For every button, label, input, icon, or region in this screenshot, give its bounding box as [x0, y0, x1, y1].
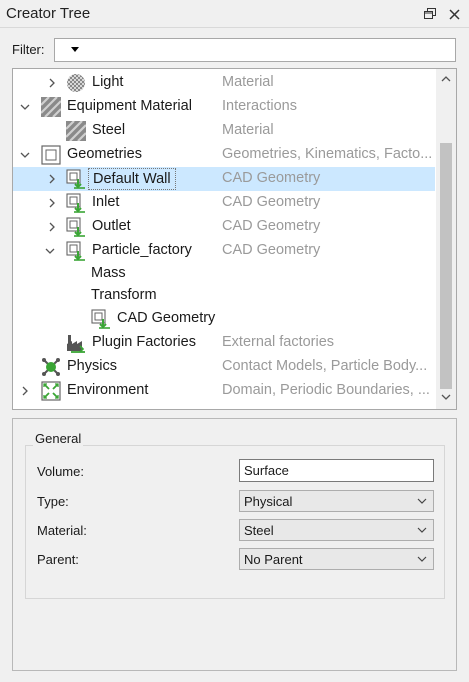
- restore-button[interactable]: [420, 4, 440, 24]
- group-title: General: [33, 431, 84, 446]
- tree-item-label: Particle_factory: [92, 242, 192, 258]
- tree-item-type: Interactions: [222, 98, 297, 114]
- tree-item-type: CAD Geometry: [222, 170, 321, 186]
- tree-item-label: CAD Geometry: [117, 310, 216, 326]
- tree-item-type: Contact Models, Particle Body...: [222, 358, 428, 374]
- material-label: Material:: [37, 523, 87, 538]
- tree-item-type: CAD Geometry: [222, 242, 321, 258]
- chevron-right-icon[interactable]: [46, 173, 58, 185]
- cad-geometry-icon: [66, 241, 85, 261]
- type-select[interactable]: Physical: [239, 490, 434, 512]
- chevron-down-icon[interactable]: [44, 245, 56, 257]
- title-bar: Creator Tree: [0, 0, 469, 28]
- parent-select[interactable]: No Parent: [239, 548, 434, 570]
- restore-icon: [424, 8, 436, 19]
- tree-item-mass[interactable]: Mass: [13, 262, 435, 286]
- tree-item-type: External factories: [222, 334, 335, 350]
- geometries-icon: [41, 145, 61, 165]
- properties-panel: General Volume: Surface Type: Physical M…: [12, 418, 457, 671]
- chevron-right-icon[interactable]: [19, 385, 31, 397]
- scrollbar-thumb[interactable]: [440, 143, 452, 389]
- cad-geometry-icon: [66, 169, 85, 189]
- factory-icon: [67, 335, 85, 353]
- tree-item-label: Geometries: [67, 146, 142, 162]
- filter-combobox[interactable]: [54, 38, 456, 62]
- tree-item-type: Material: [222, 122, 274, 138]
- environment-icon: [41, 381, 61, 401]
- type-label: Type:: [37, 494, 69, 509]
- tree-item-type: Material: [222, 74, 274, 90]
- tree-item-inlet[interactable]: Inlet CAD Geometry: [13, 191, 435, 215]
- tree-vertical-scrollbar[interactable]: [436, 69, 456, 409]
- tree-item-label: Transform: [91, 287, 157, 303]
- tree-item-label: Environment: [67, 382, 149, 398]
- chevron-down-icon[interactable]: [19, 149, 31, 161]
- tree-item-label: Steel: [92, 122, 126, 138]
- volume-label: Volume:: [37, 464, 84, 479]
- parent-select-value: No Parent: [244, 552, 303, 567]
- chevron-down-icon: [417, 527, 427, 533]
- physics-icon: [42, 358, 60, 376]
- tree-item-steel[interactable]: Steel Material: [13, 119, 435, 143]
- tree-item-light[interactable]: Light Material: [13, 71, 435, 95]
- tree-item-default-wall[interactable]: Default Wall CAD Geometry: [13, 167, 435, 191]
- creator-tree[interactable]: Light Material Equipment Material Intera…: [12, 68, 457, 410]
- tree-item-equipment-material[interactable]: Equipment Material Interactions: [13, 95, 435, 119]
- chevron-right-icon[interactable]: [46, 197, 58, 209]
- parent-label: Parent:: [37, 552, 79, 567]
- tree-item-label: Mass: [91, 265, 126, 281]
- tree-item-transform[interactable]: Transform: [13, 284, 435, 308]
- close-icon: [448, 8, 460, 20]
- tree-item-type: CAD Geometry: [222, 218, 321, 234]
- tree-item-geometries[interactable]: Geometries Geometries, Kinematics, Facto…: [13, 143, 435, 167]
- cad-geometry-icon: [91, 309, 110, 329]
- volume-field[interactable]: Surface: [239, 459, 434, 482]
- chevron-down-icon[interactable]: [19, 101, 31, 113]
- tree-item-type: Domain, Periodic Boundaries, ...: [222, 382, 430, 398]
- window-title: Creator Tree: [6, 5, 91, 22]
- tree-item-plugin-factories[interactable]: Plugin Factories External factories: [13, 331, 435, 355]
- tree-item-particle-factory[interactable]: Particle_factory CAD Geometry: [13, 239, 435, 263]
- tree-item-type: Geometries, Kinematics, Facto...: [222, 146, 433, 162]
- tree-item-label: Equipment Material: [67, 98, 192, 114]
- tree-item-outlet[interactable]: Outlet CAD Geometry: [13, 215, 435, 239]
- type-select-value: Physical: [244, 494, 293, 509]
- cad-geometry-icon: [66, 217, 85, 237]
- tree-item-label: Physics: [67, 358, 117, 374]
- tree-item-physics[interactable]: Physics Contact Models, Particle Body...: [13, 355, 435, 379]
- chevron-down-icon: [417, 556, 427, 562]
- tree-item-environment[interactable]: Environment Domain, Periodic Boundaries,…: [13, 379, 435, 403]
- tree-item-type: CAD Geometry: [222, 194, 321, 210]
- material-icon: [66, 121, 86, 141]
- cad-geometry-icon: [66, 193, 85, 213]
- tree-item-cad-geometry[interactable]: CAD Geometry: [13, 307, 435, 331]
- tree-item-label: Light: [92, 74, 124, 90]
- close-button[interactable]: [444, 4, 464, 24]
- scroll-up-arrow-icon[interactable]: [441, 75, 451, 83]
- chevron-down-icon: [417, 498, 427, 504]
- filter-label: Filter:: [12, 42, 45, 57]
- material-select[interactable]: Steel: [239, 519, 434, 541]
- filter-dropdown-arrow-icon[interactable]: [71, 47, 79, 52]
- light-material-icon: [67, 74, 85, 92]
- material-select-value: Steel: [244, 523, 274, 538]
- tree-item-label: Outlet: [92, 218, 131, 234]
- tree-item-label: Plugin Factories: [92, 334, 196, 350]
- chevron-right-icon[interactable]: [46, 221, 58, 233]
- scroll-down-arrow-icon[interactable]: [441, 393, 451, 401]
- tree-item-label: Inlet: [92, 194, 120, 210]
- chevron-right-icon[interactable]: [46, 77, 58, 89]
- tree-item-label: Default Wall: [88, 168, 176, 190]
- material-icon: [41, 97, 61, 117]
